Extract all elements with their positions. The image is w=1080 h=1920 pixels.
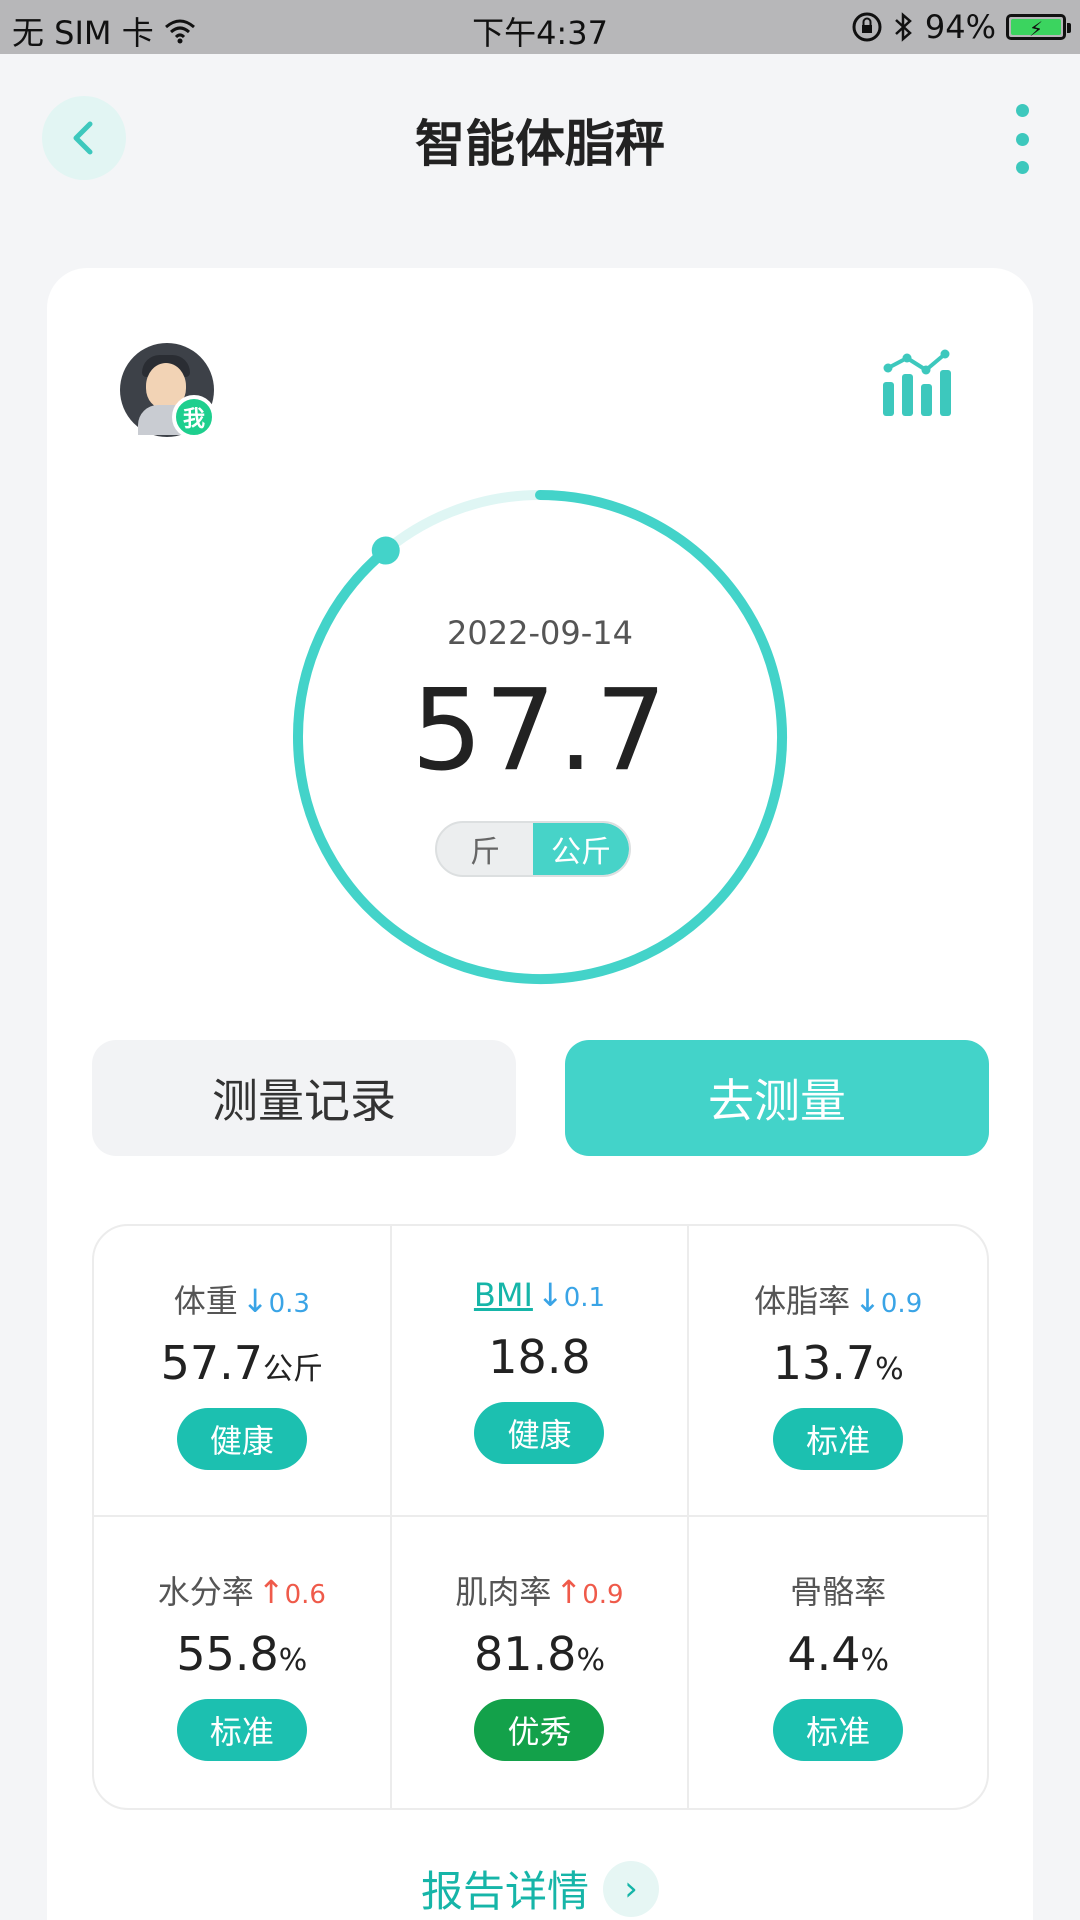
user-avatar[interactable]: 我 [120,343,216,439]
metric-weight[interactable]: 体重 ↓0.3 57.7公斤 健康 [94,1226,392,1517]
ring-knob [371,536,400,565]
more-dot-icon [1015,132,1029,146]
metric-bone[interactable]: 骨骼率 4.4% 标准 [689,1517,987,1808]
status-badge: 标准 [773,1699,904,1761]
metric-muscle[interactable]: 肌肉率 ↑0.9 81.8% 优秀 [392,1517,690,1808]
bmi-link[interactable]: BMI [474,1276,533,1314]
arrow-up-icon: ↑ [257,1573,285,1611]
arrow-down-icon: ↓ [241,1282,269,1320]
status-bar: 无 SIM 卡 下午4:37 94% ⚡ [0,0,1080,54]
metric-water[interactable]: 水分率 ↑0.6 55.8% 标准 [94,1517,392,1808]
metric-value: 13.7 [772,1336,876,1390]
metric-delta: 0.3 [268,1289,310,1319]
arrow-up-icon: ↑ [555,1573,583,1611]
rotation-lock-icon [852,12,882,42]
me-badge: 我 [172,395,216,439]
metric-label: 体重 [173,1282,238,1320]
unit-toggle: 斤 公斤 [435,821,631,877]
metric-label: 骨骼率 [790,1573,887,1611]
more-dot-icon [1015,161,1029,174]
metric-body-fat[interactable]: 体脂率 ↓0.9 13.7% 标准 [689,1226,987,1517]
unit-kg-option[interactable]: 公斤 [533,823,629,875]
metric-value: 4.4 [787,1627,861,1681]
battery-icon: ⚡ [1006,14,1071,41]
unit-jin-option[interactable]: 斤 [437,823,533,875]
chevron-right-icon: › [603,1860,659,1917]
metric-unit: % [875,1352,904,1387]
nav-bar: 智能体脂秤 [0,54,1080,224]
metric-unit: % [860,1643,889,1678]
status-badge: 健康 [474,1402,605,1464]
more-dot-icon [1015,104,1029,117]
status-badge: 标准 [176,1699,307,1761]
battery-percent: 94% [924,8,996,46]
metric-unit: % [576,1643,605,1678]
charging-bolt-icon: ⚡ [1029,17,1044,41]
metrics-grid: 体重 ↓0.3 57.7公斤 健康 BMI ↓0.1 18.8 健康 体脂率 ↓0.9… [92,1224,989,1810]
measure-date: 2022-09-14 [447,614,633,652]
metric-delta: 0.9 [880,1289,923,1319]
measure-record-button[interactable]: 测量记录 [92,1040,516,1156]
status-badge: 优秀 [474,1699,605,1761]
scale-card: 我 2022-09-14 57.7 斤 公斤 测量记录 去测量 体重↓0.3 [47,268,1033,1920]
metric-value: 81.8 [474,1627,577,1681]
metric-value: 57.7 [160,1336,264,1390]
metric-delta: 0.1 [563,1283,606,1313]
go-measure-button[interactable]: 去测量 [565,1040,989,1156]
metric-label: 体脂率 [754,1282,851,1320]
report-details-label: 报告详情 [420,1867,589,1916]
more-options-button[interactable] [1010,104,1034,174]
status-badge: 健康 [176,1408,307,1470]
metric-label: 肌肉率 [455,1573,552,1611]
arrow-down-icon: ↓ [854,1282,881,1320]
weight-ring: 2022-09-14 57.7 斤 公斤 [284,481,796,993]
metric-value: 18.8 [488,1330,591,1384]
status-right: 94% ⚡ [851,8,1071,46]
metric-bmi[interactable]: BMI ↓0.1 18.8 健康 [391,1226,690,1517]
status-badge: 标准 [773,1408,904,1470]
trend-chart-icon[interactable] [881,348,953,418]
metric-label: 水分率 [157,1573,254,1611]
report-details-link[interactable]: 报告详情 › [47,1858,1033,1919]
metric-unit: % [278,1643,308,1678]
metric-delta: 0.6 [284,1580,326,1610]
page-title: 智能体脂秤 [415,115,665,173]
bluetooth-icon [895,12,912,42]
metric-delta: 0.9 [582,1580,624,1610]
metric-unit: 公斤 [263,1352,324,1387]
arrow-down-icon: ↓ [536,1276,564,1314]
weight-value: 57.7 [411,666,669,796]
metric-value: 55.8 [176,1627,279,1681]
